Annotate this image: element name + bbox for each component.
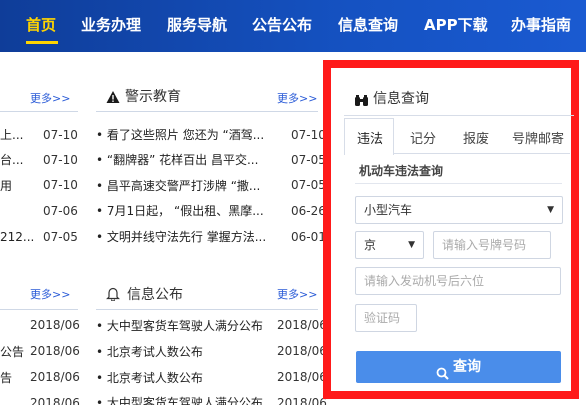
- list-item[interactable]: • 北京考试人数公布: [96, 369, 203, 387]
- nav-active-underline: [26, 41, 58, 44]
- query-submit-label: 查询: [453, 359, 481, 375]
- list-item-date: 07-05: [43, 230, 78, 244]
- list-item[interactable]: • 北京考试人数公布: [96, 343, 203, 361]
- captcha-input[interactable]: 验证码: [355, 304, 417, 332]
- nav-item-info-query[interactable]: 信息查询: [338, 14, 398, 35]
- plate-prefix-select[interactable]: 京 ▼: [355, 231, 424, 259]
- list-item[interactable]: • 昌平高速交警严打涉牌 “撒...: [96, 177, 260, 195]
- top-nav-bar: 首页 业务办理 服务导航 公告公布 信息查询 APP下载 办事指南: [0, 0, 586, 52]
- list-item-date: 06-01: [291, 230, 326, 244]
- list-item-date: 2018/06: [277, 318, 327, 332]
- tab-violation[interactable]: 违法: [357, 128, 383, 147]
- list-item-date: 07-06: [43, 204, 78, 218]
- vehicle-type-select[interactable]: 小型汽车 ▼: [355, 196, 563, 224]
- vehicle-type-value: 小型汽车: [364, 203, 413, 217]
- dropdown-arrow-icon: ▼: [408, 240, 415, 250]
- list-item-date: 07-10: [291, 128, 326, 142]
- list-item[interactable]: • 大中型客货车驾驶人满分公布: [96, 394, 263, 405]
- list-item[interactable]: 台...: [0, 151, 23, 169]
- list-item-date: 2018/06: [30, 370, 80, 384]
- more-link[interactable]: 更多>>: [277, 90, 317, 106]
- list-item-date: 2018/06: [277, 396, 327, 405]
- plate-prefix-value: 京: [364, 238, 377, 252]
- nav-item-announcements[interactable]: 公告公布: [252, 14, 312, 35]
- plate-number-input[interactable]: 请输入号牌号码: [433, 231, 551, 259]
- engine-number-placeholder: 请输入发动机号后六位: [364, 274, 485, 288]
- list-item-date: 07-10: [43, 178, 78, 192]
- tab-plate-mail[interactable]: 号牌邮寄: [512, 128, 564, 147]
- tab-points[interactable]: 记分: [410, 128, 436, 147]
- list-item[interactable]: 公告: [0, 343, 24, 361]
- nav-item-app-download[interactable]: APP下载: [424, 14, 488, 35]
- notice-panel-header: 信息公布 更多>>: [96, 278, 318, 310]
- form-title: 机动车违法查询: [359, 164, 444, 178]
- list-item-date: 07-10: [43, 153, 78, 167]
- page-root: 首页 业务办理 服务导航 公告公布 信息查询 APP下载 办事指南 更多>> 上…: [0, 0, 586, 405]
- left-panel-2-header: 更多>>: [0, 278, 78, 310]
- left-panel-1-header: 更多>>: [0, 80, 78, 112]
- captcha-placeholder: 验证码: [364, 311, 401, 325]
- query-submit-button[interactable]: 查询: [356, 351, 561, 383]
- list-item[interactable]: 212...: [0, 228, 34, 246]
- bell-icon: [106, 286, 120, 302]
- list-item[interactable]: 告: [0, 369, 12, 387]
- list-item-date: 06-26: [291, 204, 326, 218]
- engine-number-input[interactable]: 请输入发动机号后六位: [355, 267, 561, 295]
- form-divider: [355, 183, 562, 184]
- nav-item-guide[interactable]: 办事指南: [511, 14, 571, 35]
- info-query-header: 信息查询: [344, 80, 574, 116]
- list-item-date: 2018/06: [277, 344, 327, 358]
- nav-item-business[interactable]: 业务办理: [81, 14, 141, 35]
- more-link[interactable]: 更多>>: [30, 90, 70, 106]
- binoculars-icon: [354, 92, 369, 106]
- dropdown-arrow-icon: ▼: [547, 205, 554, 215]
- nav-item-service-nav[interactable]: 服务导航: [167, 14, 227, 35]
- list-item[interactable]: • 7月1日起， “假出租、黑摩...: [96, 202, 264, 220]
- warning-triangle-icon: [106, 89, 120, 103]
- list-item-date: 07-05: [291, 178, 326, 192]
- list-item-date: 2018/06: [30, 318, 80, 332]
- notice-panel-title: 信息公布: [127, 287, 183, 303]
- warning-panel-title: 警示教育: [125, 89, 181, 105]
- list-item-date: 2018/06: [30, 396, 80, 405]
- list-item[interactable]: • 看了这些照片 您还为 “酒驾...: [96, 126, 264, 144]
- list-item[interactable]: • “翻牌器” 花样百出 昌平交...: [96, 151, 258, 169]
- list-item[interactable]: • 大中型客货车驾驶人满分公布: [96, 317, 263, 335]
- list-item[interactable]: 上...: [0, 126, 23, 144]
- plate-number-placeholder: 请输入号牌号码: [442, 238, 527, 252]
- list-item-date: 2018/06: [30, 344, 80, 358]
- list-item-date: 07-05: [291, 153, 326, 167]
- more-link[interactable]: 更多>>: [30, 286, 70, 302]
- search-icon: [436, 360, 449, 380]
- list-item-date: 2018/06: [277, 370, 327, 384]
- list-item[interactable]: • 文明并线守法先行 掌握方法...: [96, 228, 266, 246]
- warning-panel-header: 警示教育 更多>>: [96, 80, 318, 112]
- nav-item-home[interactable]: 首页: [26, 14, 56, 35]
- info-query-tabs: 违法 记分 报废 号牌邮寄: [344, 118, 570, 155]
- info-query-title: 信息查询: [373, 91, 429, 107]
- list-item[interactable]: 用: [0, 177, 12, 195]
- list-item-date: 07-10: [43, 128, 78, 142]
- more-link[interactable]: 更多>>: [277, 286, 317, 302]
- tab-scrap[interactable]: 报废: [463, 128, 489, 147]
